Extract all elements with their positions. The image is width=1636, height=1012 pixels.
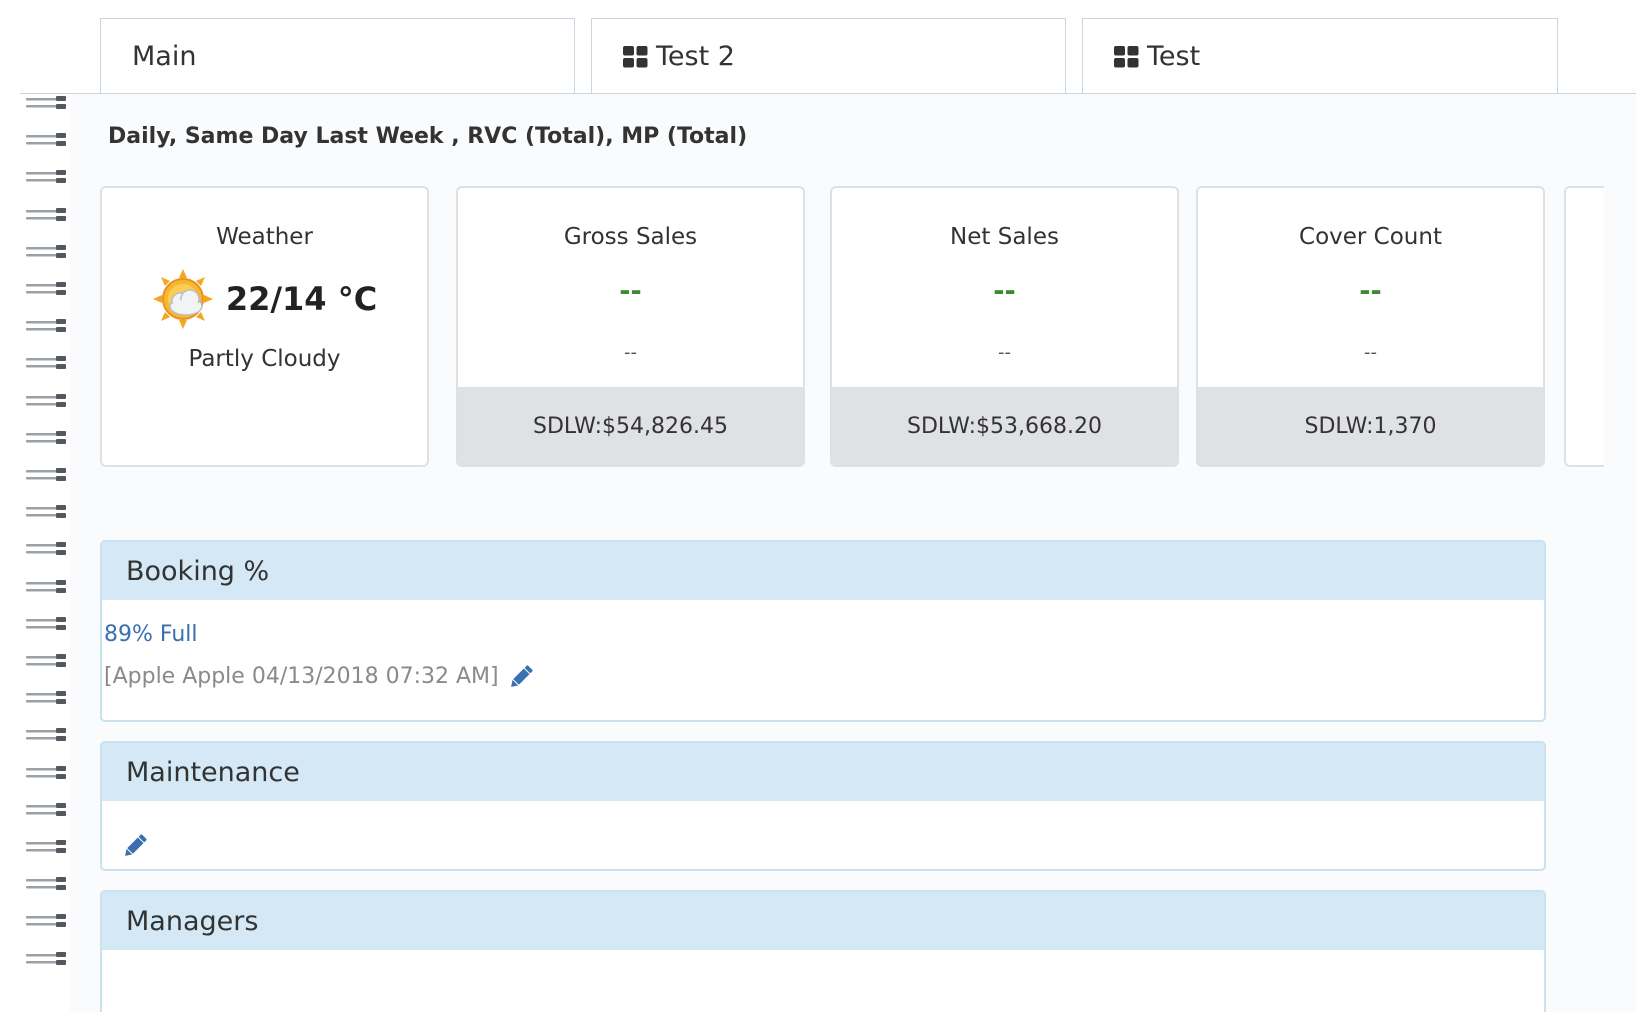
tab-label: Test <box>1147 41 1201 72</box>
spiral-ring <box>26 356 66 370</box>
spiral-ring <box>26 765 66 779</box>
spiral-ring <box>26 840 66 853</box>
spiral-ring <box>26 877 66 891</box>
spiral-ring <box>26 802 66 816</box>
gross-sales-footer: SDLW:$54,826.45 <box>458 387 803 465</box>
tab-label: Test 2 <box>656 41 735 72</box>
spiral-ring <box>26 914 66 928</box>
weather-title: Weather <box>216 224 313 250</box>
spiral-ring <box>26 133 66 147</box>
weather-temperature: 22/14 °C <box>225 280 378 318</box>
net-sales-footer: SDLW:$53,668.20 <box>832 387 1177 465</box>
net-sales-value: -- <box>993 276 1016 307</box>
spiral-ring <box>26 505 66 519</box>
tab-test[interactable]: Test <box>1082 18 1558 94</box>
spiral-ring <box>26 691 66 705</box>
booking-percent-link[interactable]: 89% Full <box>104 622 198 647</box>
spiral-ring <box>26 96 66 109</box>
spiral-ring <box>26 616 66 630</box>
spiral-ring <box>26 728 66 742</box>
spiral-binding <box>22 94 70 1012</box>
cover-count-card: Cover Count -- -- SDLW:1,370 <box>1196 186 1545 467</box>
grid-icon <box>1114 45 1139 67</box>
edit-pencil-icon[interactable] <box>120 831 150 861</box>
dashboard-page: Main Test 2 Test Daily, Same Day Last We… <box>0 0 1636 1012</box>
maintenance-panel: Maintenance <box>100 741 1546 871</box>
tab-main[interactable]: Main <box>100 18 575 94</box>
spiral-ring <box>26 468 66 481</box>
maintenance-panel-title: Maintenance <box>102 743 1544 801</box>
spiral-ring <box>26 207 66 221</box>
partly-cloudy-icon <box>152 269 213 329</box>
spiral-ring <box>26 951 66 965</box>
spiral-ring <box>26 542 66 556</box>
booking-panel: Booking % 89% Full [Apple Apple 04/13/20… <box>100 540 1546 722</box>
main-content: Daily, Same Day Last Week , RVC (Total),… <box>70 94 1636 1012</box>
spiral-ring <box>26 654 66 667</box>
spiral-ring <box>26 319 66 333</box>
gross-sales-sub: -- <box>624 342 637 363</box>
gross-sales-value: -- <box>619 276 642 307</box>
grid-icon <box>623 45 648 67</box>
weather-condition: Partly Cloudy <box>188 346 341 372</box>
edit-pencil-icon[interactable] <box>506 662 536 692</box>
spiral-ring <box>26 244 66 258</box>
gross-sales-title: Gross Sales <box>563 224 698 250</box>
spiral-ring <box>26 579 66 593</box>
spiral-ring <box>26 430 66 444</box>
cover-count-footer: SDLW:1,370 <box>1198 387 1543 465</box>
next-card-partial <box>1564 186 1604 467</box>
spiral-ring <box>26 393 66 407</box>
weather-card: Weather 22/14 °C Partly Cloudy <box>100 186 429 467</box>
cover-count-value: -- <box>1359 276 1382 307</box>
cover-count-title: Cover Count <box>1299 224 1442 250</box>
cover-count-sub: -- <box>1364 342 1377 363</box>
booking-meta: [Apple Apple 04/13/2018 07:32 AM] <box>104 664 499 689</box>
tab-bar: Main Test 2 Test <box>0 0 1636 94</box>
net-sales-sub: -- <box>998 342 1011 363</box>
spiral-ring <box>26 170 66 184</box>
weather-row: 22/14 °C <box>102 268 427 330</box>
managers-panel-title: Managers <box>102 892 1544 950</box>
gross-sales-card: Gross Sales -- -- SDLW:$54,826.45 <box>456 186 805 467</box>
managers-panel: Managers <box>100 890 1546 1012</box>
tab-test-2[interactable]: Test 2 <box>591 18 1066 94</box>
net-sales-title: Net Sales <box>950 224 1059 250</box>
report-subtitle: Daily, Same Day Last Week , RVC (Total),… <box>108 124 748 149</box>
tab-label: Main <box>132 41 197 72</box>
spiral-ring <box>26 282 66 295</box>
net-sales-card: Net Sales -- -- SDLW:$53,668.20 <box>830 186 1179 467</box>
booking-panel-title: Booking % <box>102 542 1544 600</box>
